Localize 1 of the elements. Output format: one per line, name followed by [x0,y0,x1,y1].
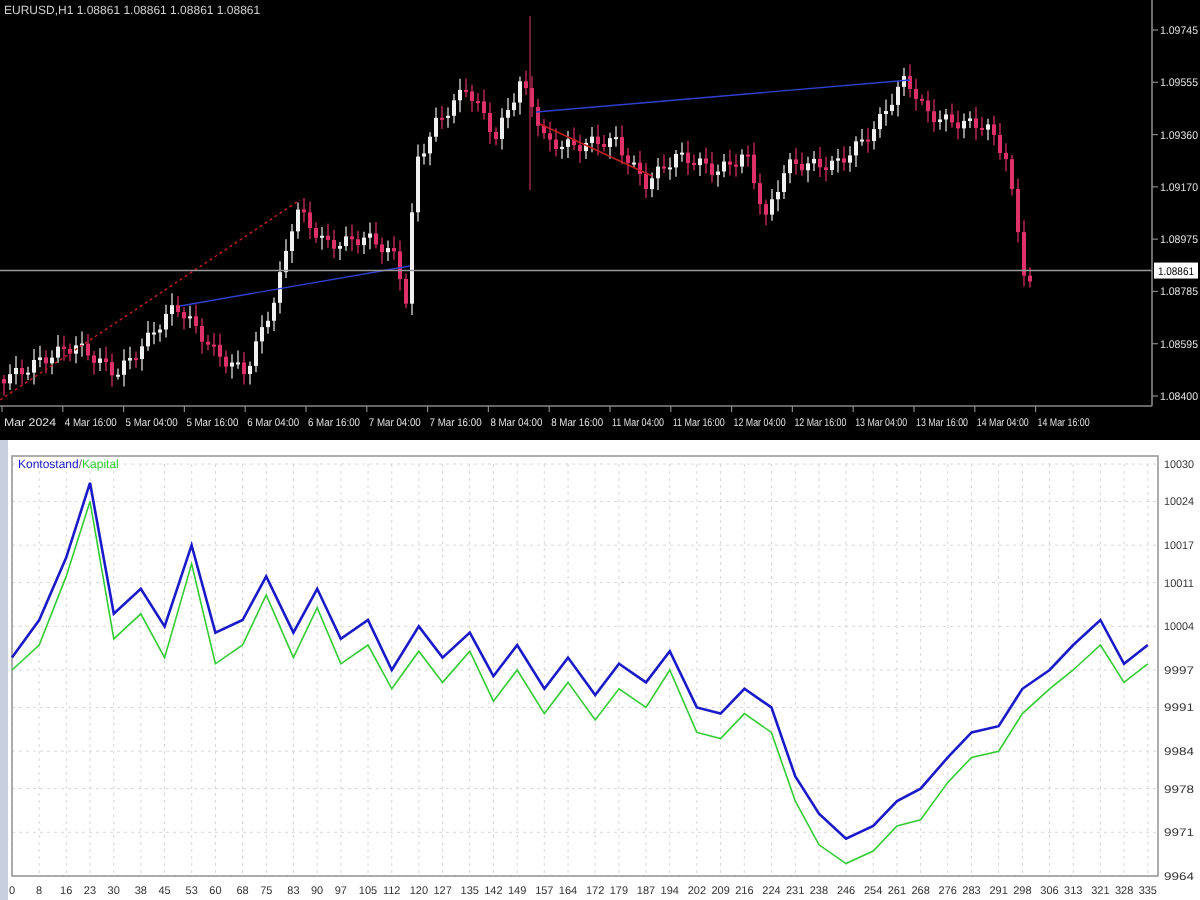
trend-line [539,123,653,177]
